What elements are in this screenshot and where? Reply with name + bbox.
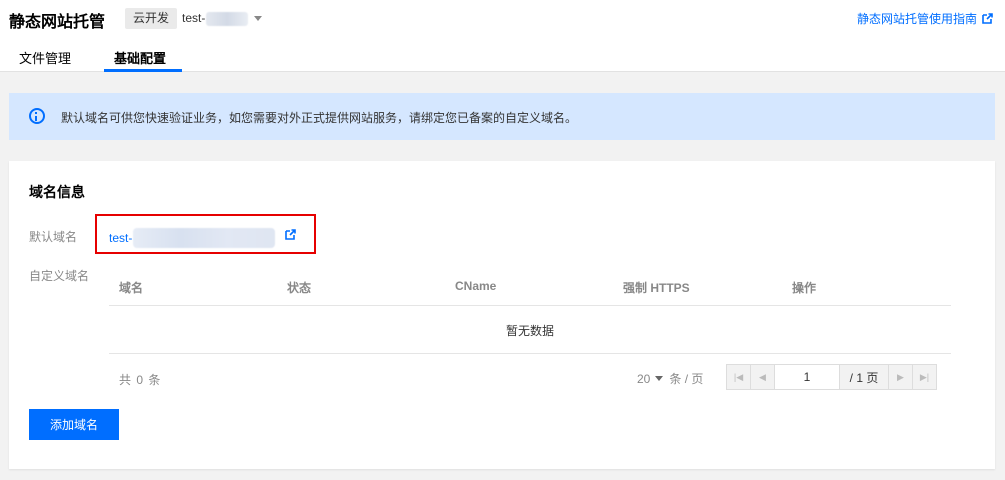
env-name: test- [182,11,206,25]
last-page-icon[interactable]: ▶| [912,365,936,389]
empty-state-text: 暂无数据 [505,324,554,338]
custom-domain-table: 域名 状态 CName 强制 HTTPS 操作 暂无数据 共 0 条 20 条 … [109,266,951,401]
pager: |◀ ◀ / 1 页 ▶ ▶| [726,364,937,390]
prev-page-icon[interactable]: ◀ [751,365,775,389]
notice-text: 默认域名可供您快速验证业务，如您需要对外正式提供网站服务，请绑定您已备案的自定义… [61,111,578,125]
column-header-actions: 操作 [792,281,817,295]
active-tab-indicator [104,69,182,72]
table-pagination: 共 0 条 20 条 / 页 |◀ ◀ / 1 页 ▶ ▶| [109,354,951,401]
info-notice: 默认域名可供您快速验证业务，如您需要对外正式提供网站服务，请绑定您已备案的自定义… [9,93,995,140]
external-link-icon [982,13,993,24]
external-link-icon[interactable] [285,229,296,240]
domain-info-card: 域名信息 默认域名 test- 自定义域名 域名 状态 CName 强制 HTT… [9,161,995,469]
page-size-value: 20 [637,371,651,386]
chevron-down-icon [254,16,263,21]
column-header-status: 状态 [287,281,312,295]
first-page-icon[interactable]: |◀ [727,365,751,389]
page-header: 静态网站托管 云开发 test- 静态网站托管使用指南 文件管理 基础配置 [0,0,1005,72]
custom-domain-label: 自定义域名 [29,269,90,283]
guide-link[interactable]: 静态网站托管使用指南 [857,10,993,27]
section-title: 域名信息 [29,184,85,200]
column-header-cname: CName [455,279,497,293]
total-pages: / 1 页 [840,365,888,389]
table-header: 域名 状态 CName 强制 HTTPS 操作 [109,266,951,306]
tab-file-management[interactable]: 文件管理 [19,48,71,67]
guide-link-label: 静态网站托管使用指南 [857,12,978,26]
add-domain-button[interactable]: 添加域名 [29,409,119,440]
default-domain-label: 默认域名 [29,230,78,244]
page-number-input[interactable] [775,365,840,389]
table-empty-row: 暂无数据 [109,306,951,354]
tab-basic-config[interactable]: 基础配置 [114,48,166,67]
column-header-force-https: 强制 HTTPS [623,281,690,295]
column-header-domain: 域名 [119,281,144,295]
total-count: 共 0 条 [119,373,162,387]
env-selector[interactable]: test- [182,8,263,29]
page-title: 静态网站托管 [9,14,106,31]
env-tag: 云开发 [125,8,178,29]
page-size-unit: 条 / 页 [669,372,704,386]
domain-redacted [133,228,276,248]
chevron-down-icon [655,376,664,381]
default-domain-link[interactable]: test- [109,228,276,248]
info-icon [29,108,45,124]
env-name-redacted [206,11,249,26]
next-page-icon[interactable]: ▶ [888,365,912,389]
page-size-select[interactable]: 20 条 / 页 [637,370,703,387]
default-domain-text: test- [109,231,133,245]
